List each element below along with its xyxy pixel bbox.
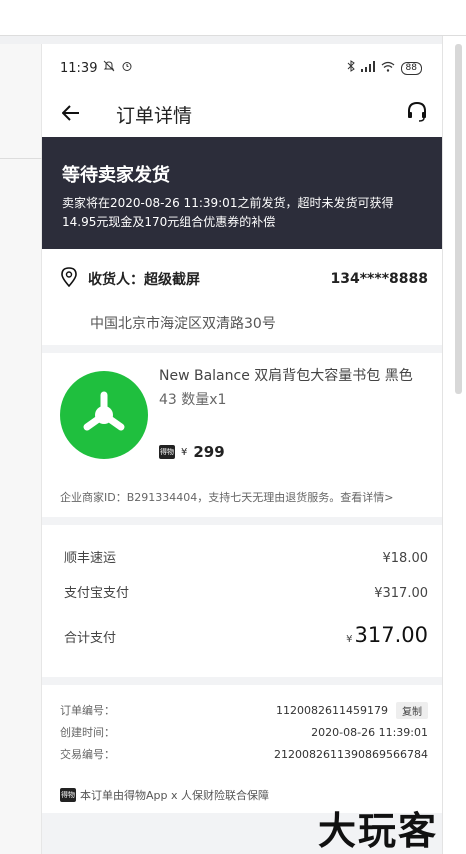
- order-status-line-1: 卖家将在2020-08-26 11:39:01之前发货，超时未发货可获得: [62, 196, 394, 210]
- recipient-name: 收货人：超级截屏: [88, 272, 200, 288]
- customer-service-icon[interactable]: [406, 101, 428, 127]
- battery-indicator: 88: [400, 61, 422, 75]
- price-currency: ¥: [181, 446, 188, 458]
- location-pin-icon: [60, 267, 78, 291]
- dewu-badge: 得物: [159, 445, 175, 459]
- order-status-title: 等待卖家发货: [62, 165, 170, 186]
- divider: [0, 158, 42, 159]
- address-card[interactable]: 收货人：超级截屏 134****8888 中国北京市海淀区双清路30号: [42, 249, 442, 345]
- signal-icon: [360, 60, 375, 76]
- address-detail: 中国北京市海淀区双清路30号: [90, 316, 276, 332]
- phone-screen: 11:39 88 订单详情 等待卖家发货 卖家将在2020-08-26 11:3…: [42, 44, 442, 854]
- created-time: 2020-08-26 11:39:01: [311, 725, 428, 739]
- browser-top-bar: [0, 0, 466, 36]
- total-row: 合计支付 ¥317.00: [64, 623, 428, 647]
- copy-button[interactable]: 复制: [396, 701, 428, 719]
- share-icon: [83, 391, 125, 431]
- total-value: 317.00: [354, 623, 428, 647]
- mute-icon: [103, 60, 115, 76]
- insurance-text: 本订单由得物App x 人保财险联合保障: [80, 789, 269, 802]
- payment-label: 支付宝支付: [64, 586, 130, 601]
- left-panel: [0, 44, 42, 854]
- order-status-banner: 等待卖家发货 卖家将在2020-08-26 11:39:01之前发货，超时未发货…: [42, 137, 442, 249]
- product-card[interactable]: New Balance 双肩背包大容量书包 黑色 43 数量x1 得物 ¥ 29…: [42, 353, 442, 517]
- recipient-phone: 134****8888: [330, 271, 428, 287]
- alarm-icon: [121, 60, 133, 76]
- payment-row: 支付宝支付 ¥317.00: [64, 582, 428, 601]
- transaction-number: 2120082611390869566784: [274, 747, 428, 761]
- nav-bar: 订单详情: [42, 92, 442, 137]
- product-spec: 43 数量x1: [159, 392, 227, 408]
- order-info-row: 创建时间： 2020-08-26 11:39:01: [60, 721, 428, 743]
- product-name: New Balance 双肩背包大容量书包 黑色: [159, 368, 413, 384]
- order-info-row: 订单编号： 1120082611459179 复制: [60, 699, 428, 721]
- total-label: 合计支付: [64, 631, 117, 646]
- order-number: 1120082611459179: [276, 703, 388, 717]
- order-info-label: 创建时间：: [60, 726, 115, 739]
- page-title: 订单详情: [116, 105, 193, 127]
- merchant-note-link[interactable]: 企业商家ID：B291334404，支持七天无理由退货服务。查看详情>: [60, 489, 393, 505]
- product-price: 299: [193, 443, 225, 461]
- status-bar: 11:39 88: [42, 44, 442, 92]
- watermark-logo: 大玩客: [318, 808, 439, 853]
- bluetooth-icon: [347, 60, 355, 76]
- total-currency: ¥: [346, 634, 353, 645]
- order-info-label: 订单编号：: [60, 704, 115, 717]
- wifi-icon: [381, 61, 395, 76]
- order-info-label: 交易编号：: [60, 748, 115, 761]
- payment-card: 顺丰速运 ¥18.00 支付宝支付 ¥317.00 合计支付 ¥317.00: [42, 525, 442, 677]
- scrollbar[interactable]: [455, 44, 462, 394]
- order-info-row: 交易编号： 2120082611390869566784: [60, 743, 428, 765]
- back-arrow-icon[interactable]: [61, 104, 80, 125]
- order-status-line-2: 14.95元现金及170元组合优惠券的补偿: [62, 215, 276, 229]
- product-price-row: 得物 ¥ 299: [159, 443, 225, 461]
- payment-value: ¥317.00: [374, 586, 428, 601]
- payment-row: 顺丰速运 ¥18.00: [64, 547, 428, 566]
- order-info-card: 订单编号： 1120082611459179 复制 创建时间： 2020-08-…: [42, 685, 442, 813]
- status-time: 11:39: [60, 60, 98, 76]
- product-image[interactable]: [60, 371, 148, 459]
- payment-value: ¥18.00: [382, 551, 429, 566]
- right-panel: [442, 36, 466, 854]
- dewu-badge: 得物: [60, 788, 76, 802]
- payment-label: 顺丰速运: [64, 551, 117, 566]
